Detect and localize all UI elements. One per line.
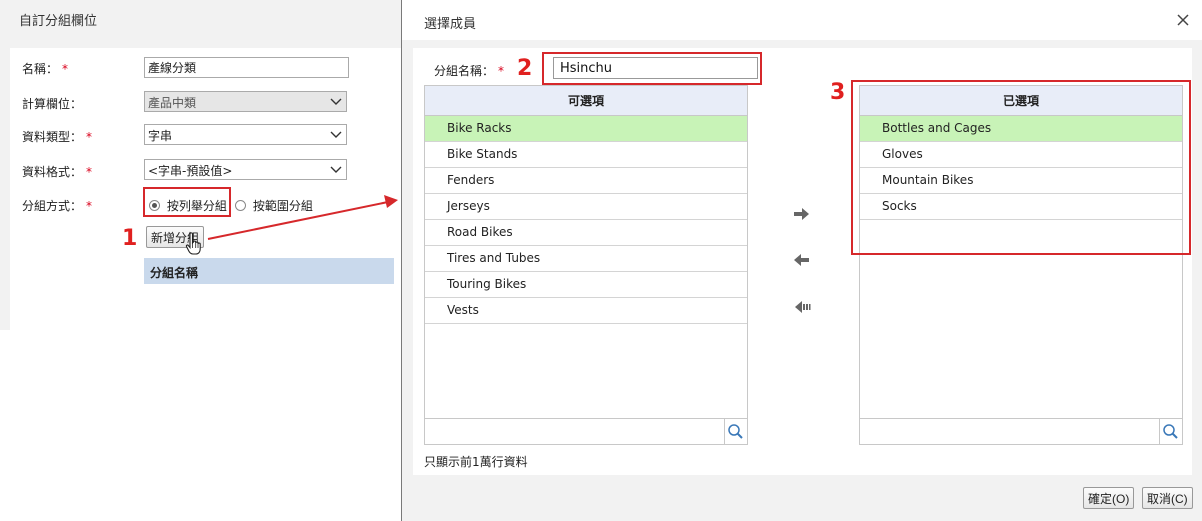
calc-field-label: 計算欄位： [22,97,83,111]
ok-button[interactable]: 確定(O) [1083,487,1135,509]
annotation-number-2: 2 [517,56,533,81]
group-name-column-header: 分組名稱 [144,258,394,284]
annotation-arrow [207,195,398,240]
group-name-label: 分組名稱： * [434,64,505,78]
annotation-number-3: 3 [830,80,846,105]
cancel-button[interactable]: 取消(C) [1142,487,1193,509]
search-icon[interactable] [1162,423,1179,440]
move-left-arrow-icon[interactable] [792,253,810,267]
panel-title: 自訂分組欄位 [19,14,98,29]
chevron-down-icon [330,98,342,105]
annotation-box-selected [851,80,1191,255]
panel-header: 自訂分組欄位 [0,0,401,38]
available-list: 可選項 Bike Racks Bike Stands Fenders Jerse… [424,85,748,445]
list-item[interactable]: Touring Bikes [425,272,747,298]
selected-search [860,418,1182,444]
annotation-box-group-name [542,52,762,85]
list-item[interactable]: Tires and Tubes [425,246,747,272]
footer-note: 只顯示前1萬行資料 [424,455,528,469]
annotation-number-1: 1 [122,226,138,251]
list-item[interactable]: Bike Racks [425,116,747,142]
chevron-down-icon [330,166,342,173]
custom-group-field-panel: 自訂分組欄位 名稱：* 計算欄位： 產品中類 資料類型：* 字串 資料格式：* … [0,0,401,521]
dialog-title: 選擇成員 [424,17,477,32]
selected-search-input[interactable] [860,419,1160,444]
available-search [425,418,747,444]
name-input[interactable] [144,57,349,78]
close-icon[interactable] [1176,13,1190,27]
chevron-down-icon [330,131,342,138]
move-all-left-arrow-icon[interactable] [793,300,811,314]
data-format-select[interactable]: <字串-預設值> [144,159,347,180]
data-format-label: 資料格式： * [22,165,93,179]
list-item[interactable]: Jerseys [425,194,747,220]
available-search-input[interactable] [425,419,725,444]
select-members-dialog: 選擇成員 分組名稱：* 可選項 Bike Racks Bike Stands F… [401,0,1202,521]
list-item[interactable]: Vests [425,298,747,324]
data-type-label: 資料類型： * [22,130,93,144]
name-label: 名稱： * [22,62,69,76]
list-item[interactable]: Bike Stands [425,142,747,168]
list-item[interactable]: Road Bikes [425,220,747,246]
search-icon[interactable] [727,423,744,440]
move-right-arrow-icon[interactable] [793,207,811,221]
list-item[interactable]: Fenders [425,168,747,194]
group-method-label: 分組方式： * [22,199,93,213]
calc-field-select: 產品中類 [144,91,347,112]
available-list-header: 可選項 [425,86,747,116]
data-type-select[interactable]: 字串 [144,124,347,145]
